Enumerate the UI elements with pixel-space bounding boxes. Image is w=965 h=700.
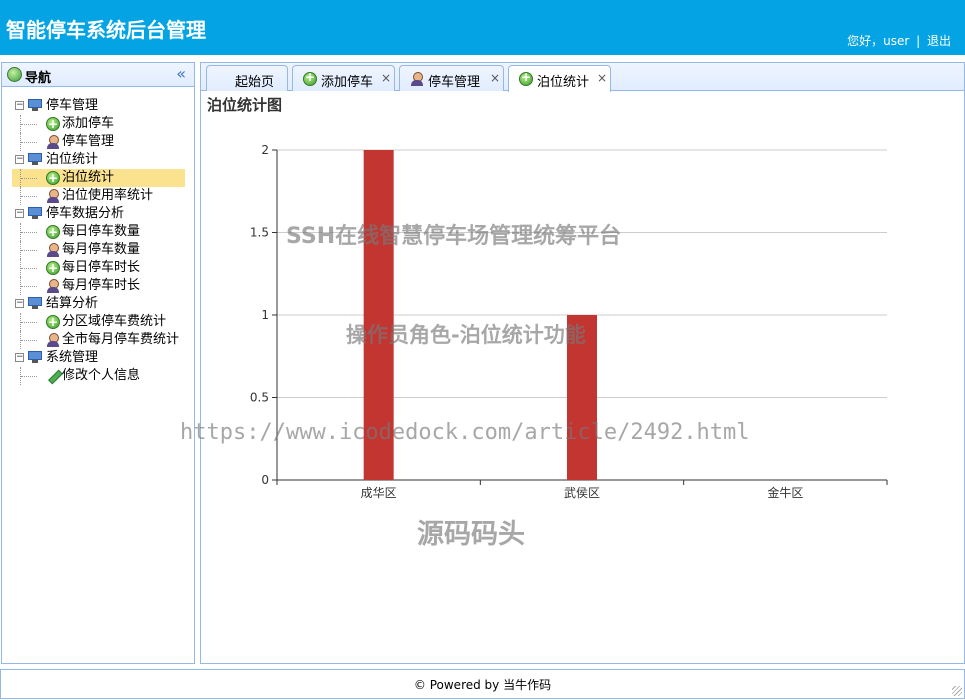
resize-grip-icon[interactable] xyxy=(952,686,962,696)
y-tick-label: 1 xyxy=(261,308,269,322)
watermark-line4: 源码码头 xyxy=(417,519,525,550)
footer: © Powered by 当牛作码 xyxy=(0,669,965,699)
x-tick-label: 武侯区 xyxy=(564,486,600,500)
x-tick-label: 成华区 xyxy=(361,486,397,500)
y-tick-label: 1.5 xyxy=(250,226,269,240)
y-tick-label: 2 xyxy=(261,143,269,157)
footer-text: © Powered by 当牛作码 xyxy=(413,678,552,692)
y-tick-label: 0.5 xyxy=(250,391,269,405)
watermark-line2: 操作员角色-泊位统计功能 xyxy=(346,323,586,347)
watermark-line1: SSH在线智慧停车场管理统筹平台 xyxy=(286,224,622,249)
bar-chart: 0 0.5 1 1.5 2 成华区 武侯区 金牛区 xyxy=(250,143,888,500)
y-tick-label: 0 xyxy=(261,473,269,487)
watermark-line3: https://www.icodedock.com/article/2492.h… xyxy=(180,420,750,445)
x-tick-label: 金牛区 xyxy=(767,485,803,500)
